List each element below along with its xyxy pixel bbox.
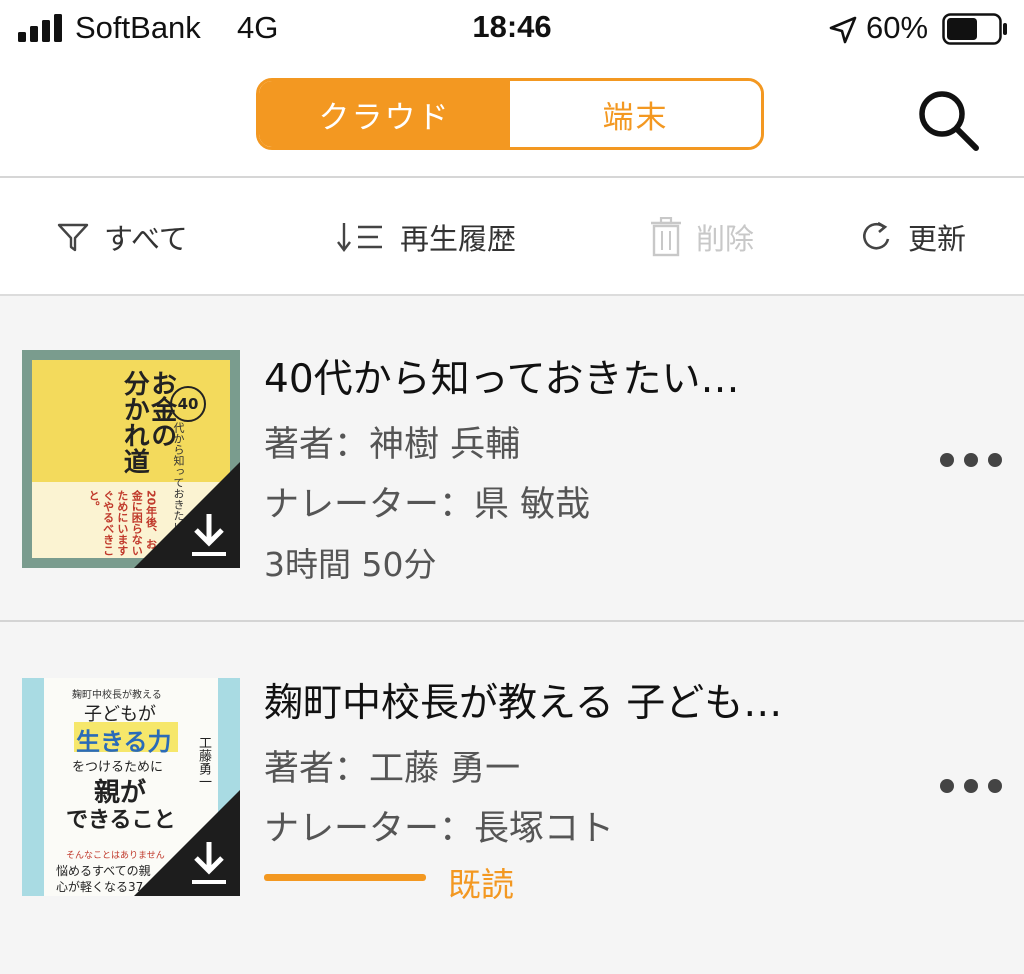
tab-device[interactable]: 端末 — [510, 81, 761, 147]
sort-icon — [337, 223, 382, 252]
listening-progress-bar — [264, 874, 426, 881]
filter-button[interactable]: すべて — [56, 216, 188, 258]
book-cover[interactable]: 麹町中校長が教える 子どもが 生きる力 をつけるために 親が できること 工藤勇… — [22, 678, 240, 896]
refresh-button[interactable]: 更新 — [858, 216, 966, 258]
download-icon[interactable] — [188, 512, 230, 558]
delete-label: 削除 — [696, 222, 755, 256]
header: クラウド 端末 — [0, 58, 1024, 178]
book-cover[interactable]: お金の 分かれ道 40 代から知っておきたい 20年後、お金に困らないためにいます… — [22, 350, 240, 568]
list-item[interactable]: 麹町中校長が教える 子どもが 生きる力 をつけるために 親が できること 工藤勇… — [0, 622, 1024, 946]
cover-title: 生きる力 — [76, 728, 172, 756]
sort-label: 再生履歴 — [400, 222, 517, 256]
trash-icon — [651, 217, 681, 257]
list-item[interactable]: お金の 分かれ道 40 代から知っておきたい 20年後、お金に困らないためにいます… — [0, 296, 1024, 622]
refresh-label: 更新 — [908, 222, 967, 256]
delete-button[interactable]: 削除 — [650, 216, 754, 258]
more-options-icon[interactable] — [938, 776, 1004, 796]
cover-title: お金の 分かれ道 — [119, 370, 177, 474]
read-status-label: 既読 — [448, 865, 514, 904]
location-arrow-icon — [829, 16, 857, 44]
filter-icon — [57, 223, 89, 252]
refresh-icon — [863, 221, 890, 250]
download-icon[interactable] — [188, 840, 230, 886]
book-author: 著者：工藤 勇一 — [264, 749, 521, 789]
status-bar: SoftBank 4G 18:46 60% — [0, 0, 1024, 58]
source-segmented-control: クラウド 端末 — [256, 78, 764, 150]
book-title: 40代から知っておきたい… — [264, 357, 740, 402]
book-author: 著者：神樹 兵輔 — [264, 425, 521, 465]
more-options-icon[interactable] — [938, 450, 1004, 470]
tab-cloud[interactable]: クラウド — [259, 81, 510, 147]
book-narrator: ナレーター：県 敏哉 — [264, 485, 591, 525]
search-icon[interactable] — [912, 84, 984, 156]
cover-badge: 40 — [170, 386, 206, 422]
filter-label: すべて — [104, 222, 188, 256]
sort-button[interactable]: 再生履歴 — [336, 216, 516, 258]
book-narrator: ナレーター：長塚コト — [264, 809, 615, 849]
list-toolbar: すべて 再生履歴 削除 更新 — [0, 178, 1024, 296]
battery-percent: 60% — [866, 10, 929, 45]
book-title: 麹町中校長が教える 子ども… — [264, 681, 783, 726]
battery-icon — [942, 13, 1007, 45]
book-list: お金の 分かれ道 40 代から知っておきたい 20年後、お金に困らないためにいます… — [0, 296, 1024, 974]
book-duration: 3時間 50分 — [264, 545, 437, 584]
